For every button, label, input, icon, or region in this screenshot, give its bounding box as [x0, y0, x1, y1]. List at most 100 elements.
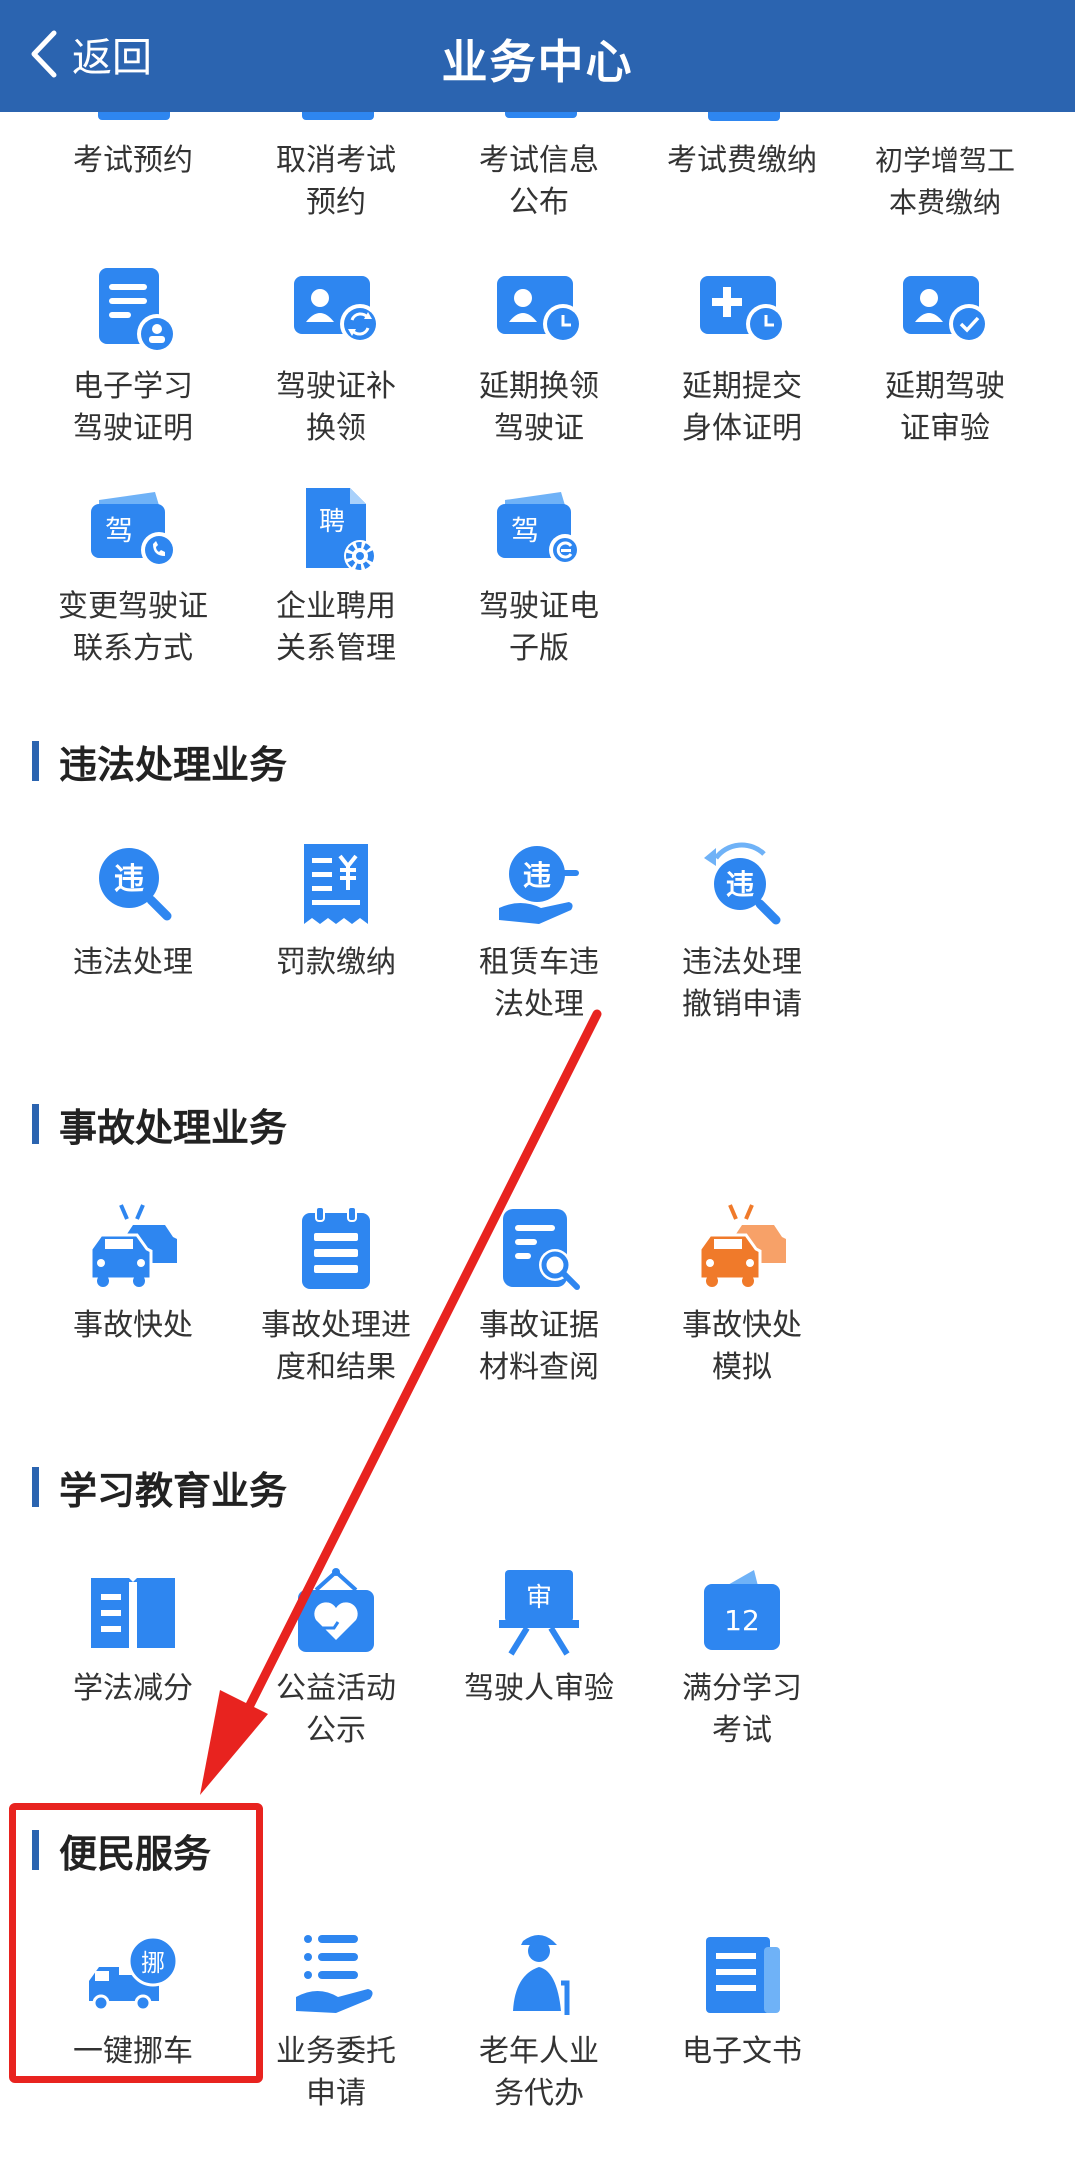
service-e-document[interactable]: 电子文书: [642, 1927, 842, 2073]
service-label: 满分学习 考试: [682, 1671, 802, 1748]
svg-text:12: 12: [724, 1604, 760, 1637]
section-title-text: 学习教育业务: [59, 1468, 288, 1513]
service-exam-booking[interactable]: 考试预约: [33, 140, 233, 182]
service-exam-info[interactable]: 考试信息 公布: [439, 140, 639, 224]
section-title-violation: 违法处理业务: [32, 738, 287, 787]
service-fine-payment[interactable]: 罚款缴纳: [236, 838, 436, 984]
svg-text:违: 违: [726, 868, 754, 901]
calendar-12-icon: 12: [704, 1570, 780, 1650]
svg-text:聘: 聘: [319, 507, 345, 537]
section-title-text: 事故处理业务: [59, 1105, 288, 1150]
section-accent-bar: [32, 1104, 39, 1144]
license-clock-icon: [497, 276, 583, 344]
service-rental-violation[interactable]: 违 租赁车违 法处理: [439, 838, 639, 1026]
clipboard-list-icon: [302, 1206, 370, 1289]
service-accident-progress[interactable]: 事故处理进 度和结果: [236, 1201, 436, 1389]
document-gear-icon: 聘: [306, 488, 376, 572]
service-label: 事故快处 模拟: [682, 1308, 802, 1385]
service-label: 驾驶人审验: [464, 1671, 614, 1706]
violation-search-icon: 违: [99, 848, 172, 921]
service-label: 驾驶证电 子版: [479, 589, 599, 666]
service-elderly-agent[interactable]: 老年人业 务代办: [439, 1927, 639, 2115]
service-extend-inspection[interactable]: 延期驾驶 证审验: [845, 262, 1045, 450]
medical-clock-icon: [700, 276, 786, 344]
service-label: 企业聘用 关系管理: [276, 589, 396, 666]
car-crash-orange-icon: [698, 1204, 786, 1287]
service-violation-revoke[interactable]: 违 违法处理 撤销申请: [642, 838, 842, 1026]
app-header: 返回 业务中心: [0, 0, 1075, 112]
svg-text:违: 违: [114, 862, 144, 897]
section-title-education: 学习教育业务: [32, 1464, 287, 1513]
service-charity-notice[interactable]: 公益活动 公示: [236, 1564, 436, 1752]
service-label: 事故快处: [73, 1308, 193, 1343]
service-accident-simulation[interactable]: 事故快处 模拟: [642, 1201, 842, 1389]
service-full-score-exam[interactable]: 12 满分学习 考试: [642, 1564, 842, 1752]
service-label: 老年人业 务代办: [479, 2034, 599, 2111]
clipped-icon: [302, 112, 374, 120]
service-study-law[interactable]: 学法减分: [33, 1564, 233, 1710]
clipped-icon: [98, 112, 170, 120]
open-book-icon: [91, 1578, 175, 1648]
service-business-entrust[interactable]: 业务委托 申请: [236, 1927, 436, 2115]
service-accident-quick[interactable]: 事故快处: [33, 1201, 233, 1347]
service-label: 考试费缴纳: [667, 143, 817, 178]
license-refresh-icon: [294, 276, 380, 344]
service-driver-review[interactable]: 审 驾驶人审验: [439, 1564, 639, 1710]
license-digital-icon: 驾: [497, 492, 581, 566]
service-accident-evidence[interactable]: 事故证据 材料查阅: [439, 1201, 639, 1389]
service-label: 违法处理 撤销申请: [682, 945, 802, 1022]
service-label: 取消考试 预约: [276, 143, 396, 220]
service-label: 驾驶证补 换领: [276, 369, 396, 446]
service-permit-fee[interactable]: 初学增驾工 本费缴纳: [845, 140, 1045, 224]
document-scroll-icon: [706, 1937, 780, 2013]
service-employment-mgmt[interactable]: 聘 企业聘用 关系管理: [236, 482, 436, 670]
service-extend-health-cert[interactable]: 延期提交 身体证明: [642, 262, 842, 450]
svg-text:驾: 驾: [511, 514, 539, 547]
service-label: 罚款缴纳: [276, 945, 396, 980]
service-e-learning-cert[interactable]: 电子学习 驾驶证明: [33, 262, 233, 450]
service-label: 电子文书: [682, 2034, 802, 2069]
page-title: 业务中心: [441, 35, 634, 89]
document-user-icon: [99, 268, 177, 354]
clipped-icon: [505, 112, 577, 118]
service-label: 公益活动 公示: [276, 1671, 396, 1748]
service-violation-handle[interactable]: 违 违法处理: [33, 838, 233, 984]
violation-undo-icon: 违: [704, 842, 781, 925]
service-label: 延期提交 身体证明: [682, 369, 802, 446]
heart-hand-sign-icon: [298, 1568, 374, 1652]
service-label: 考试预约: [73, 143, 193, 178]
svg-text:驾: 驾: [105, 514, 133, 547]
list-hand-icon: [296, 1935, 373, 2013]
document-search-icon: [503, 1209, 580, 1290]
service-label: 业务委托 申请: [276, 2034, 396, 2111]
service-label: 事故处理进 度和结果: [261, 1308, 411, 1385]
svg-text:审: 审: [526, 1583, 552, 1613]
section-accent-bar: [32, 1467, 39, 1507]
service-change-contact[interactable]: 驾 变更驾驶证 联系方式: [33, 482, 233, 670]
service-label: 租赁车违 法处理: [479, 945, 599, 1022]
service-exam-fee[interactable]: 考试费缴纳: [642, 140, 842, 182]
service-cancel-exam[interactable]: 取消考试 预约: [236, 140, 436, 224]
service-label: 延期驾驶 证审验: [885, 369, 1005, 446]
review-board-icon: 审: [499, 1570, 579, 1656]
svg-text:违: 违: [523, 859, 551, 892]
elderly-person-icon: [513, 1935, 570, 2015]
service-label: 延期换领 驾驶证: [479, 369, 599, 446]
service-label: 考试信息 公布: [479, 143, 599, 220]
receipt-yuan-icon: [304, 844, 368, 924]
service-extend-renewal[interactable]: 延期换领 驾驶证: [439, 262, 639, 450]
service-label: 违法处理: [73, 945, 193, 980]
service-label: 初学增驾工 本费缴纳: [874, 144, 1015, 219]
service-label: 变更驾驶证 联系方式: [58, 589, 208, 666]
service-label: 事故证据 材料查阅: [479, 1308, 599, 1385]
license-check-icon: [903, 276, 989, 344]
section-title-accident: 事故处理业务: [32, 1101, 287, 1150]
car-crash-icon: [89, 1204, 177, 1287]
license-phone-icon: 驾: [91, 492, 177, 568]
service-label: 学法减分: [73, 1671, 193, 1706]
service-license-reissue[interactable]: 驾驶证补 换领: [236, 262, 436, 450]
service-label: 电子学习 驾驶证明: [73, 369, 193, 446]
section-title-text: 违法处理业务: [59, 742, 288, 787]
section-accent-bar: [32, 741, 39, 781]
service-e-license[interactable]: 驾 驾驶证电 子版: [439, 482, 639, 670]
